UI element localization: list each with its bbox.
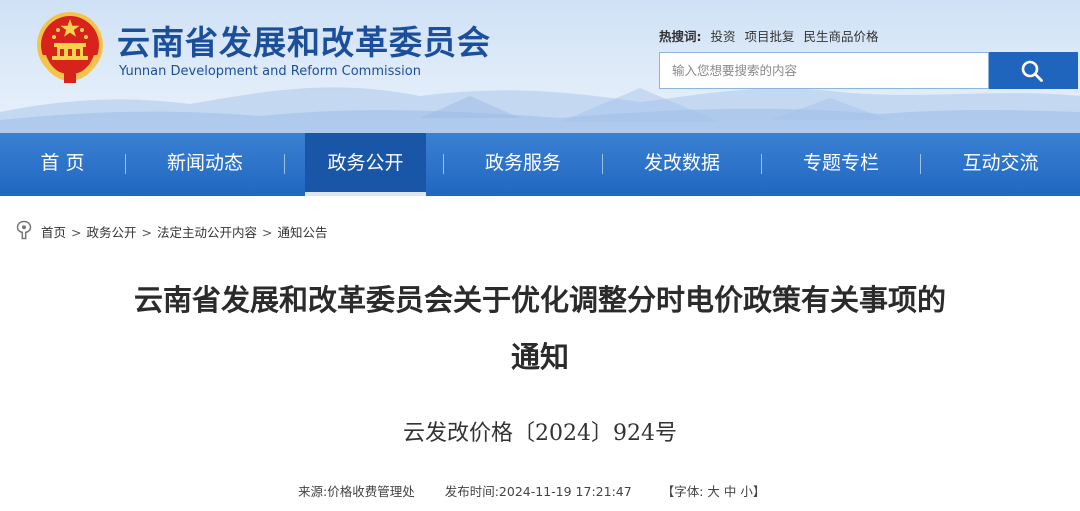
nav-item-interaction[interactable]: 互动交流 — [921, 133, 1080, 196]
breadcrumb-separator: > — [262, 225, 273, 240]
nav-item-label: 政务服务 — [484, 152, 561, 174]
site-header: 云南省发展和改革委员会 Yunnan Development and Refor… — [0, 0, 1080, 133]
hot-search-link-investment[interactable]: 投资 — [711, 29, 736, 44]
nav-item-label: 发改数据 — [643, 152, 720, 174]
nav-item-development-data[interactable]: 发改数据 — [603, 133, 761, 196]
nav-item-label: 首 页 — [40, 152, 85, 174]
article-title-line-2: 通知 — [510, 340, 569, 374]
national-emblem-icon — [37, 12, 103, 83]
search-input[interactable] — [659, 52, 989, 89]
nav-divider — [284, 154, 285, 174]
hot-search-label: 热搜词: — [659, 29, 702, 44]
breadcrumb-link-government-affairs[interactable]: 政务公开 — [87, 225, 137, 240]
font-size-small-button[interactable]: 小 — [740, 484, 753, 499]
nav-item-label: 新闻动态 — [166, 152, 243, 174]
nav-item-news[interactable]: 新闻动态 — [126, 133, 284, 196]
breadcrumb-separator: > — [141, 225, 152, 240]
font-size-close-bracket: 】 — [752, 484, 766, 499]
main-navigation: 首 页 新闻动态 政务公开 政务服务 发改数据 专题专栏 互动交流 — [0, 133, 1080, 196]
breadcrumb-link-home[interactable]: 首页 — [41, 225, 66, 240]
article-meta: 来源:价格收费管理处 发布时间:2024-11-19 17:21:47 【字体: 大… — [298, 481, 765, 500]
site-subtitle: Yunnan Development and Reform Commission — [119, 64, 421, 79]
location-pin-icon — [16, 220, 32, 240]
hot-search-link-commodity-prices[interactable]: 民生商品价格 — [804, 29, 879, 44]
nav-item-government-affairs[interactable]: 政务公开 — [305, 133, 426, 196]
article-title: 云南省发展和改革委员会关于优化调整分时电价政策有关事项的 通知 — [60, 272, 1020, 386]
search-button[interactable] — [989, 52, 1078, 89]
article-source: 来源:价格收费管理处 — [298, 484, 415, 499]
search-icon — [1021, 60, 1043, 82]
nav-item-government-services[interactable]: 政务服务 — [444, 133, 602, 196]
breadcrumb-separator: > — [71, 225, 82, 240]
nav-item-special-topics[interactable]: 专题专栏 — [762, 133, 920, 196]
site-title: 云南省发展和改革委员会 — [117, 23, 491, 62]
font-size-large-button[interactable]: 大 — [707, 484, 720, 499]
nav-item-label: 专题专栏 — [802, 152, 879, 174]
font-size-label: 【字体: — [661, 484, 704, 499]
nav-item-label: 互动交流 — [962, 152, 1039, 174]
article-title-line-1: 云南省发展和改革委员会关于优化调整分时电价政策有关事项的 — [133, 283, 946, 317]
document-number: 云发改价格〔2024〕924号 — [403, 421, 677, 446]
nav-item-home[interactable]: 首 页 — [0, 133, 125, 196]
breadcrumb-link-statutory-disclosure[interactable]: 法定主动公开内容 — [157, 225, 257, 240]
hot-search-words: 热搜词: 投资 项目批复 民生商品价格 — [659, 26, 879, 45]
nav-item-label: 政务公开 — [327, 152, 404, 174]
breadcrumb-link-notices[interactable]: 通知公告 — [278, 225, 328, 240]
nav-active-indicator — [305, 192, 426, 196]
search-box — [659, 52, 1078, 89]
publish-time: 发布时间:2024-11-19 17:21:47 — [444, 484, 632, 499]
hot-search-link-project-approval[interactable]: 项目批复 — [745, 29, 795, 44]
font-size-medium-button[interactable]: 中 — [724, 484, 737, 499]
